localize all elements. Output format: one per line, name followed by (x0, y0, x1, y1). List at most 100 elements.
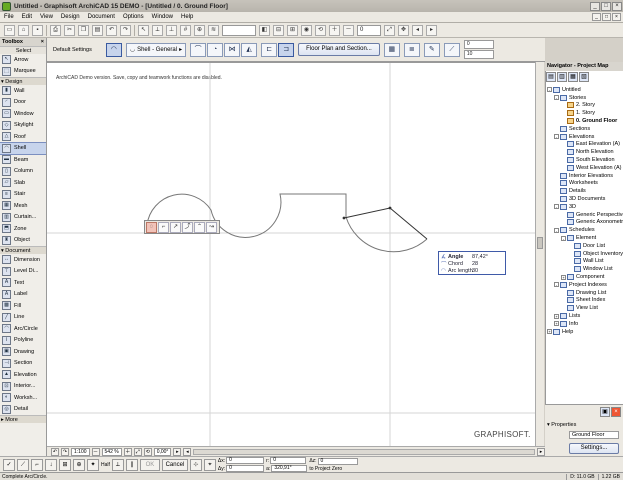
expand-icon[interactable]: + (561, 274, 566, 280)
collapse-icon[interactable]: - (561, 235, 566, 241)
r-field[interactable]: 0 (270, 457, 307, 464)
tool-door[interactable]: ◜ Door (0, 97, 46, 109)
new-view-icon[interactable]: ▣ (600, 407, 610, 417)
menu-help[interactable]: Help (177, 12, 197, 23)
tool-marquee[interactable]: ⬚ Marquee (0, 66, 46, 78)
properties-value[interactable]: Ground Floor (569, 431, 619, 439)
tool-slab[interactable]: ▱ Slab (0, 177, 46, 189)
tool-interior-elevation[interactable]: ⊡ Interior... (0, 381, 46, 393)
nav-tree-item[interactable]: Interior Elevations (545, 172, 623, 180)
expand-icon[interactable]: + (547, 329, 552, 335)
nav-tree-item[interactable]: Sections (545, 125, 623, 133)
a-field[interactable]: 320,91° (271, 465, 308, 472)
collapse-icon[interactable]: - (554, 95, 559, 101)
rotate-view-icon[interactable]: ⟲ (315, 24, 326, 36)
menu-design[interactable]: Design (57, 12, 84, 23)
nav-tree-item[interactable]: - Project Indexes (545, 281, 623, 289)
nav-tree-item[interactable]: 3D Documents (545, 195, 623, 203)
relative-construction-icon[interactable]: ⟂ (111, 458, 124, 471)
delete-icon[interactable]: × (611, 407, 621, 417)
menu-file[interactable]: File (0, 12, 18, 23)
tool-wall[interactable]: ▮ Wall (0, 85, 46, 97)
expand-icon[interactable]: + (554, 321, 559, 327)
info-value-field-2[interactable]: 10 (463, 50, 494, 59)
collapse-icon[interactable]: - (554, 282, 559, 288)
tool-mesh[interactable]: ▦ Mesh (0, 200, 46, 212)
construction-method-a-icon[interactable]: ⊏ (261, 42, 278, 57)
nav-tree-item[interactable]: East Elevation (A) (545, 141, 623, 149)
copy-icon[interactable]: ❐ (78, 24, 89, 36)
tracker-value[interactable]: 28 (472, 261, 478, 267)
tool-shell[interactable]: ◠ Shell (0, 141, 46, 155)
print-icon[interactable]: ⎙ (50, 24, 61, 36)
tool-roof[interactable]: △ Roof (0, 131, 46, 143)
collapse-icon[interactable]: - (554, 204, 559, 210)
dy-field[interactable]: 0 (226, 465, 265, 472)
pan-icon[interactable]: ✥ (398, 24, 409, 36)
extruded-shell-icon[interactable]: ⌒ (190, 42, 207, 57)
nav-tree-item[interactable]: - Untitled (545, 86, 623, 94)
redo-icon[interactable]: ↷ (120, 24, 131, 36)
save-icon[interactable]: ▪ (32, 24, 43, 36)
layers-icon[interactable]: ≋ (208, 24, 219, 36)
close-icon[interactable]: × (41, 38, 44, 46)
floor-plan-and-section-button[interactable]: Floor Plan and Section... (298, 43, 380, 56)
nav-tree-item[interactable]: West Elevation (A) (545, 164, 623, 172)
tracker-value[interactable]: 30 (472, 268, 478, 274)
menu-view[interactable]: View (36, 12, 57, 23)
cursor-snap-icon[interactable]: ⊕ (194, 24, 205, 36)
orientation-field[interactable]: 0,00° (153, 447, 172, 456)
next-view-icon[interactable]: ▸ (426, 24, 437, 36)
tool-level-dimension[interactable]: ⊤ Level Di... (0, 266, 46, 278)
open-file-icon[interactable]: ⌂ (18, 24, 29, 36)
zoom-field[interactable]: 0 (357, 24, 381, 36)
nav-tree-item[interactable]: - Elevations (545, 133, 623, 141)
zoom-out-icon[interactable]: － (91, 447, 100, 456)
fit-in-window-icon[interactable]: ⤢ (133, 447, 142, 456)
tool-beam[interactable]: ▬ Beam (0, 154, 46, 166)
tool-arrow[interactable]: ↖ Arrow (0, 54, 46, 66)
tool-elevation[interactable]: ▲ Elevation (0, 369, 46, 381)
toolbox-select-section[interactable]: Select (0, 46, 46, 54)
revolved-shell-icon[interactable]: ◔ (207, 42, 224, 57)
horizontal-scrollbar[interactable] (193, 448, 535, 455)
nav-tree-item[interactable]: South Elevation (545, 156, 623, 164)
absolute-coordinate-icon[interactable]: ⌖ (203, 458, 216, 471)
fit-window-icon[interactable]: ⤢ (384, 24, 395, 36)
layout-book-icon[interactable]: ▦ (568, 72, 578, 82)
menu-window[interactable]: Window (148, 12, 177, 23)
special-snap-icon[interactable]: ✦ (87, 458, 99, 471)
doc-close-button[interactable]: × (612, 13, 621, 21)
tool-stair[interactable]: ≡ Stair (0, 189, 46, 201)
publisher-icon[interactable]: ▧ (579, 72, 589, 82)
tool-fill[interactable]: ▩ Fill (0, 300, 46, 312)
orientation-icon[interactable]: ▸ (173, 447, 182, 456)
nav-tree-item[interactable]: 0. Ground Floor (545, 117, 623, 125)
guide-lines-icon[interactable]: ⊥ (166, 24, 177, 36)
grid-icon[interactable]: # (180, 24, 191, 36)
pet-arc-end-icon[interactable]: ⤴ (182, 221, 193, 233)
paste-icon[interactable]: ▤ (92, 24, 103, 36)
tool-curtain-wall[interactable]: ▥ Curtain... (0, 212, 46, 224)
nav-tree-item[interactable]: Drawing List (545, 289, 623, 297)
constraint-icon[interactable]: ⌐ (31, 458, 43, 471)
pen-icon[interactable]: ✎ (423, 42, 440, 57)
3d-view-icon[interactable]: ◧ (259, 24, 270, 36)
gravity-icon[interactable]: ↓ (45, 458, 57, 471)
pet-cancel-icon[interactable]: ◌ (146, 221, 157, 233)
toolbox-more-section[interactable]: ▸ More (0, 415, 46, 423)
shell-shape-icon[interactable]: ◭ (241, 42, 258, 57)
zoom-field[interactable]: 542 % (101, 447, 122, 456)
nav-tree-item[interactable]: - 3D (545, 203, 623, 211)
scale-field[interactable]: 1:100 (71, 447, 90, 456)
undo-zoom-icon[interactable]: ↶ (51, 447, 59, 456)
cancel-button[interactable]: Cancel (161, 458, 188, 471)
toolbox-document-section[interactable]: ▾ Document (0, 246, 46, 254)
tool-drawing[interactable]: ▣ Drawing (0, 346, 46, 358)
material-icon[interactable]: ▦ (383, 42, 400, 57)
menu-document[interactable]: Document (84, 12, 119, 23)
rotate-icon[interactable]: ⟲ (143, 447, 152, 456)
expand-icon[interactable]: + (554, 313, 559, 319)
slope-icon[interactable]: ⟋ (443, 42, 460, 57)
nav-tree-item[interactable]: 2. Story (545, 102, 623, 110)
